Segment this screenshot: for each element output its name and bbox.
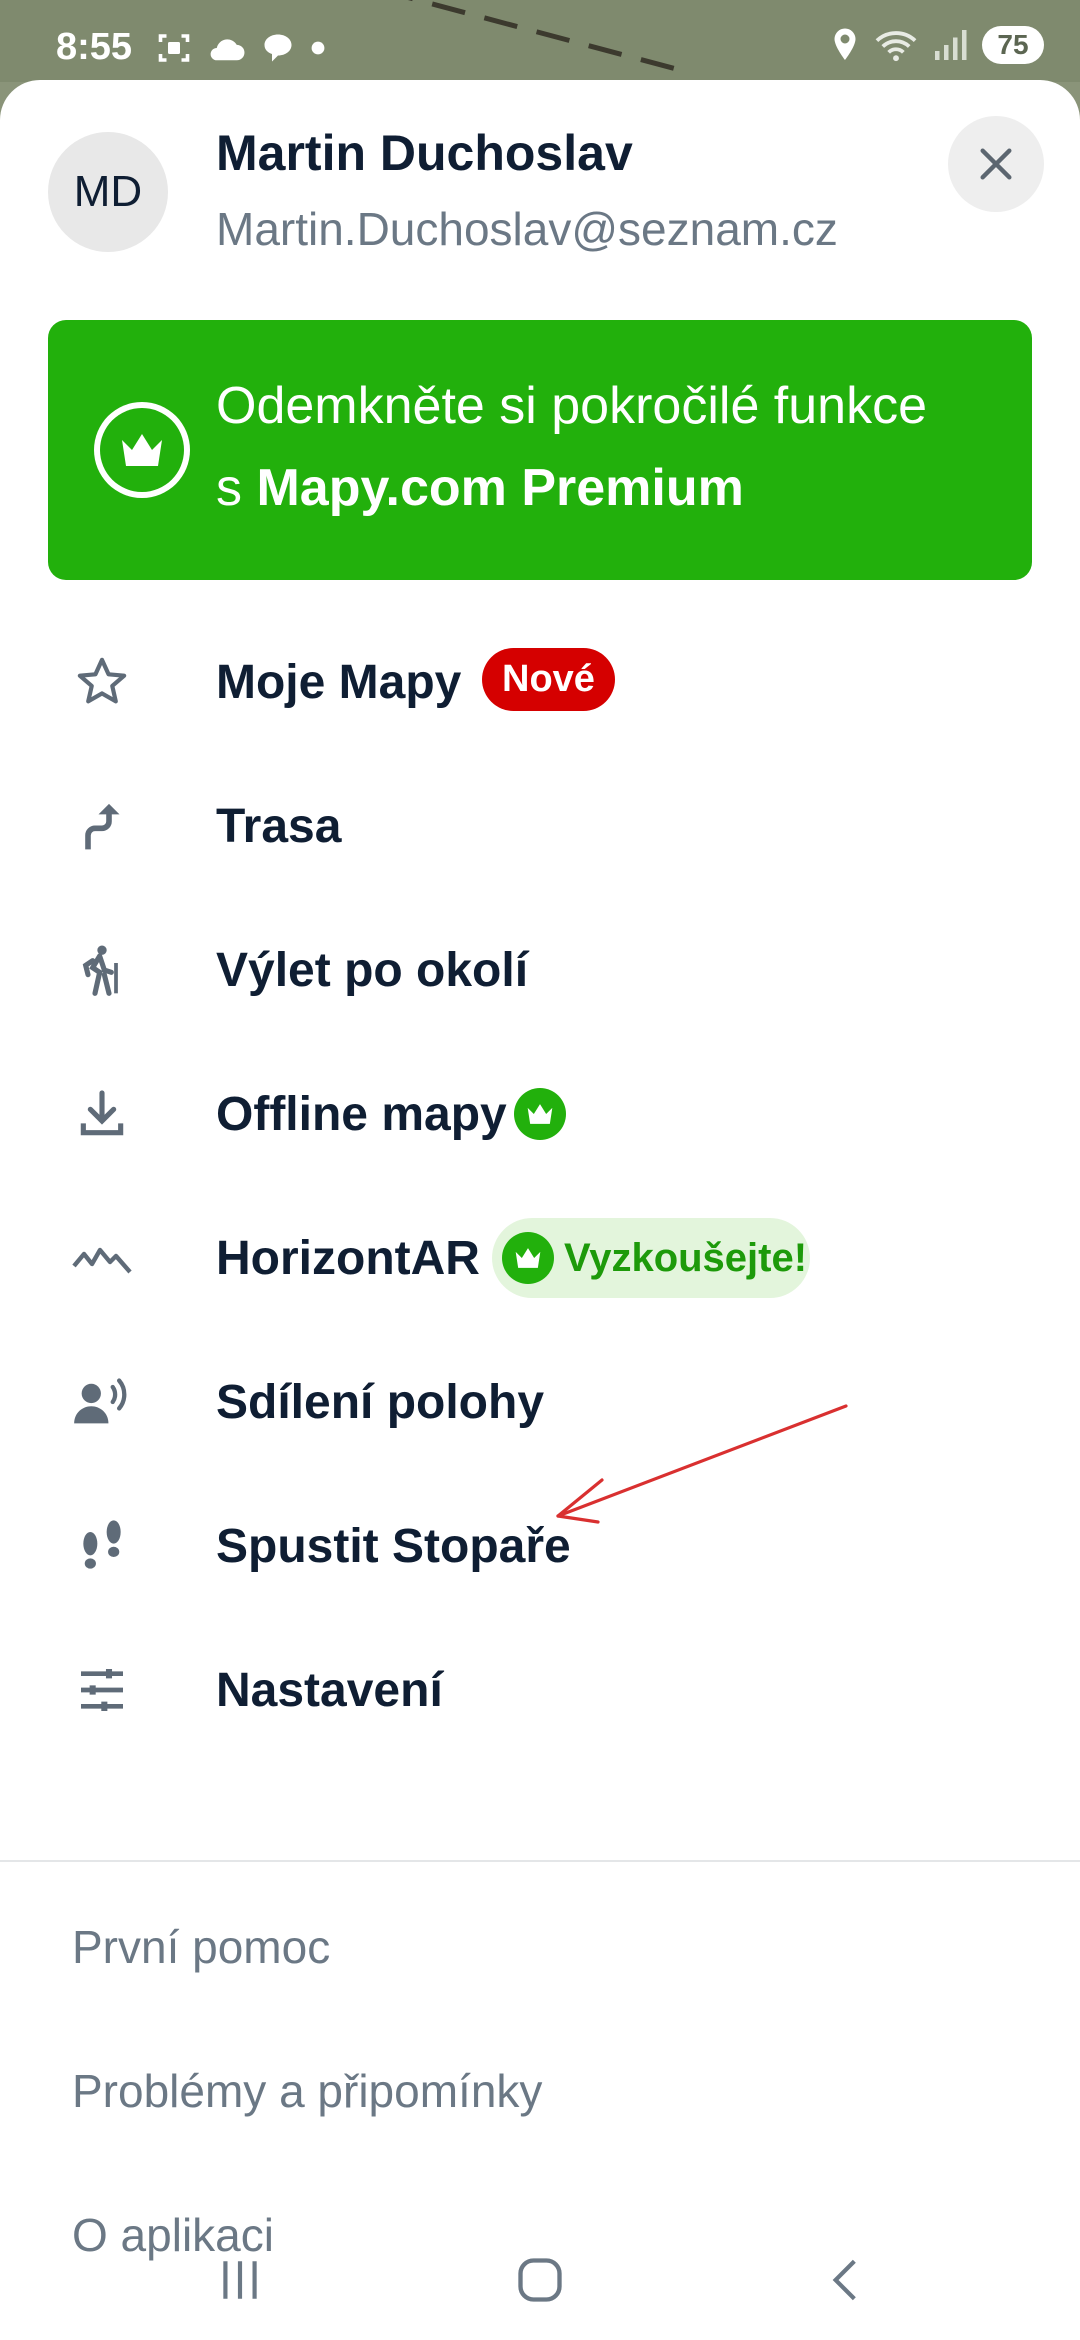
recent-apps-icon xyxy=(223,2261,257,2299)
menu-item-label: Offline mapy xyxy=(216,1087,507,1141)
try-badge: Vyzkoušejte! xyxy=(492,1218,810,1298)
menu-item-label: Sdílení polohy xyxy=(216,1375,545,1429)
screenshot-icon xyxy=(158,34,190,62)
settings-sliders-icon xyxy=(72,1660,132,1720)
menu-item-horizontar[interactable]: HorizontAR Vyzkoušejte! xyxy=(0,1186,1080,1330)
premium-brand: Mapy.com Premium xyxy=(256,459,744,517)
status-time: 8:55 xyxy=(56,26,133,68)
menu-item-label: Trasa xyxy=(216,799,342,853)
download-icon xyxy=(72,1084,132,1144)
wifi-icon xyxy=(875,31,917,62)
try-label: Vyzkoušejte! xyxy=(564,1235,808,1280)
share-location-icon xyxy=(72,1372,132,1432)
link-prvni-pomoc[interactable]: První pomoc xyxy=(72,1920,330,1974)
footprints-icon xyxy=(72,1516,132,1576)
battery-indicator: 75 xyxy=(982,26,1044,64)
premium-crown-icon xyxy=(502,1232,554,1284)
route-icon xyxy=(72,796,132,856)
back-button[interactable] xyxy=(806,2240,886,2320)
menu-item-label: Moje Mapy xyxy=(216,655,462,709)
map-route-line xyxy=(407,0,681,73)
close-icon xyxy=(980,148,1012,180)
menu-item-nastaveni[interactable]: Nastavení xyxy=(0,1618,1080,1762)
divider xyxy=(0,1860,1080,1862)
back-icon xyxy=(832,2259,856,2301)
mountains-icon xyxy=(72,1228,132,1288)
link-problemy[interactable]: Problémy a připomínky xyxy=(72,2064,542,2118)
premium-line2: s Mapy.com Premium xyxy=(216,459,744,517)
menu-item-label: Nastavení xyxy=(216,1663,443,1717)
avatar[interactable]: MD xyxy=(48,132,168,252)
premium-banner[interactable]: Odemkněte si pokročilé funkce s Mapy.com… xyxy=(48,320,1032,580)
menu-item-moje-mapy[interactable]: Moje Mapy Nové xyxy=(0,610,1080,754)
star-icon xyxy=(72,652,132,712)
home-icon xyxy=(518,2258,562,2302)
crown-icon xyxy=(94,402,190,498)
menu-item-offline-mapy[interactable]: Offline mapy xyxy=(0,1042,1080,1186)
main-menu: Moje Mapy Nové Trasa Výlet po okolí Offl… xyxy=(0,610,1080,1762)
annotation-arrow xyxy=(556,1404,848,1524)
location-icon xyxy=(834,28,856,60)
status-bar: 8:55 75 xyxy=(0,0,1080,82)
system-nav-bar xyxy=(0,2220,1080,2340)
dot-icon xyxy=(311,41,325,55)
premium-crown-icon xyxy=(514,1088,566,1140)
user-email: Martin.Duchoslav@seznam.cz xyxy=(216,203,838,255)
user-name: Martin Duchoslav xyxy=(216,125,633,181)
menu-item-trasa[interactable]: Trasa xyxy=(0,754,1080,898)
menu-item-label: Výlet po okolí xyxy=(216,943,529,997)
menu-item-vylet[interactable]: Výlet po okolí xyxy=(0,898,1080,1042)
signal-icon xyxy=(935,30,967,60)
new-badge: Nové xyxy=(482,648,615,711)
hiker-icon xyxy=(72,940,132,1000)
chat-icon xyxy=(264,34,292,62)
menu-sheet: MD Martin Duchoslav Martin.Duchoslav@sez… xyxy=(0,80,1080,2340)
recent-apps-button[interactable] xyxy=(200,2240,280,2320)
home-button[interactable] xyxy=(500,2240,580,2320)
menu-item-label: HorizontAR xyxy=(216,1231,480,1285)
close-button[interactable] xyxy=(948,116,1044,212)
cloud-icon xyxy=(210,39,245,61)
avatar-initials: MD xyxy=(73,167,143,216)
premium-line1: Odemkněte si pokročilé funkce xyxy=(216,377,928,435)
menu-item-label: Spustit Stopaře xyxy=(216,1519,571,1573)
